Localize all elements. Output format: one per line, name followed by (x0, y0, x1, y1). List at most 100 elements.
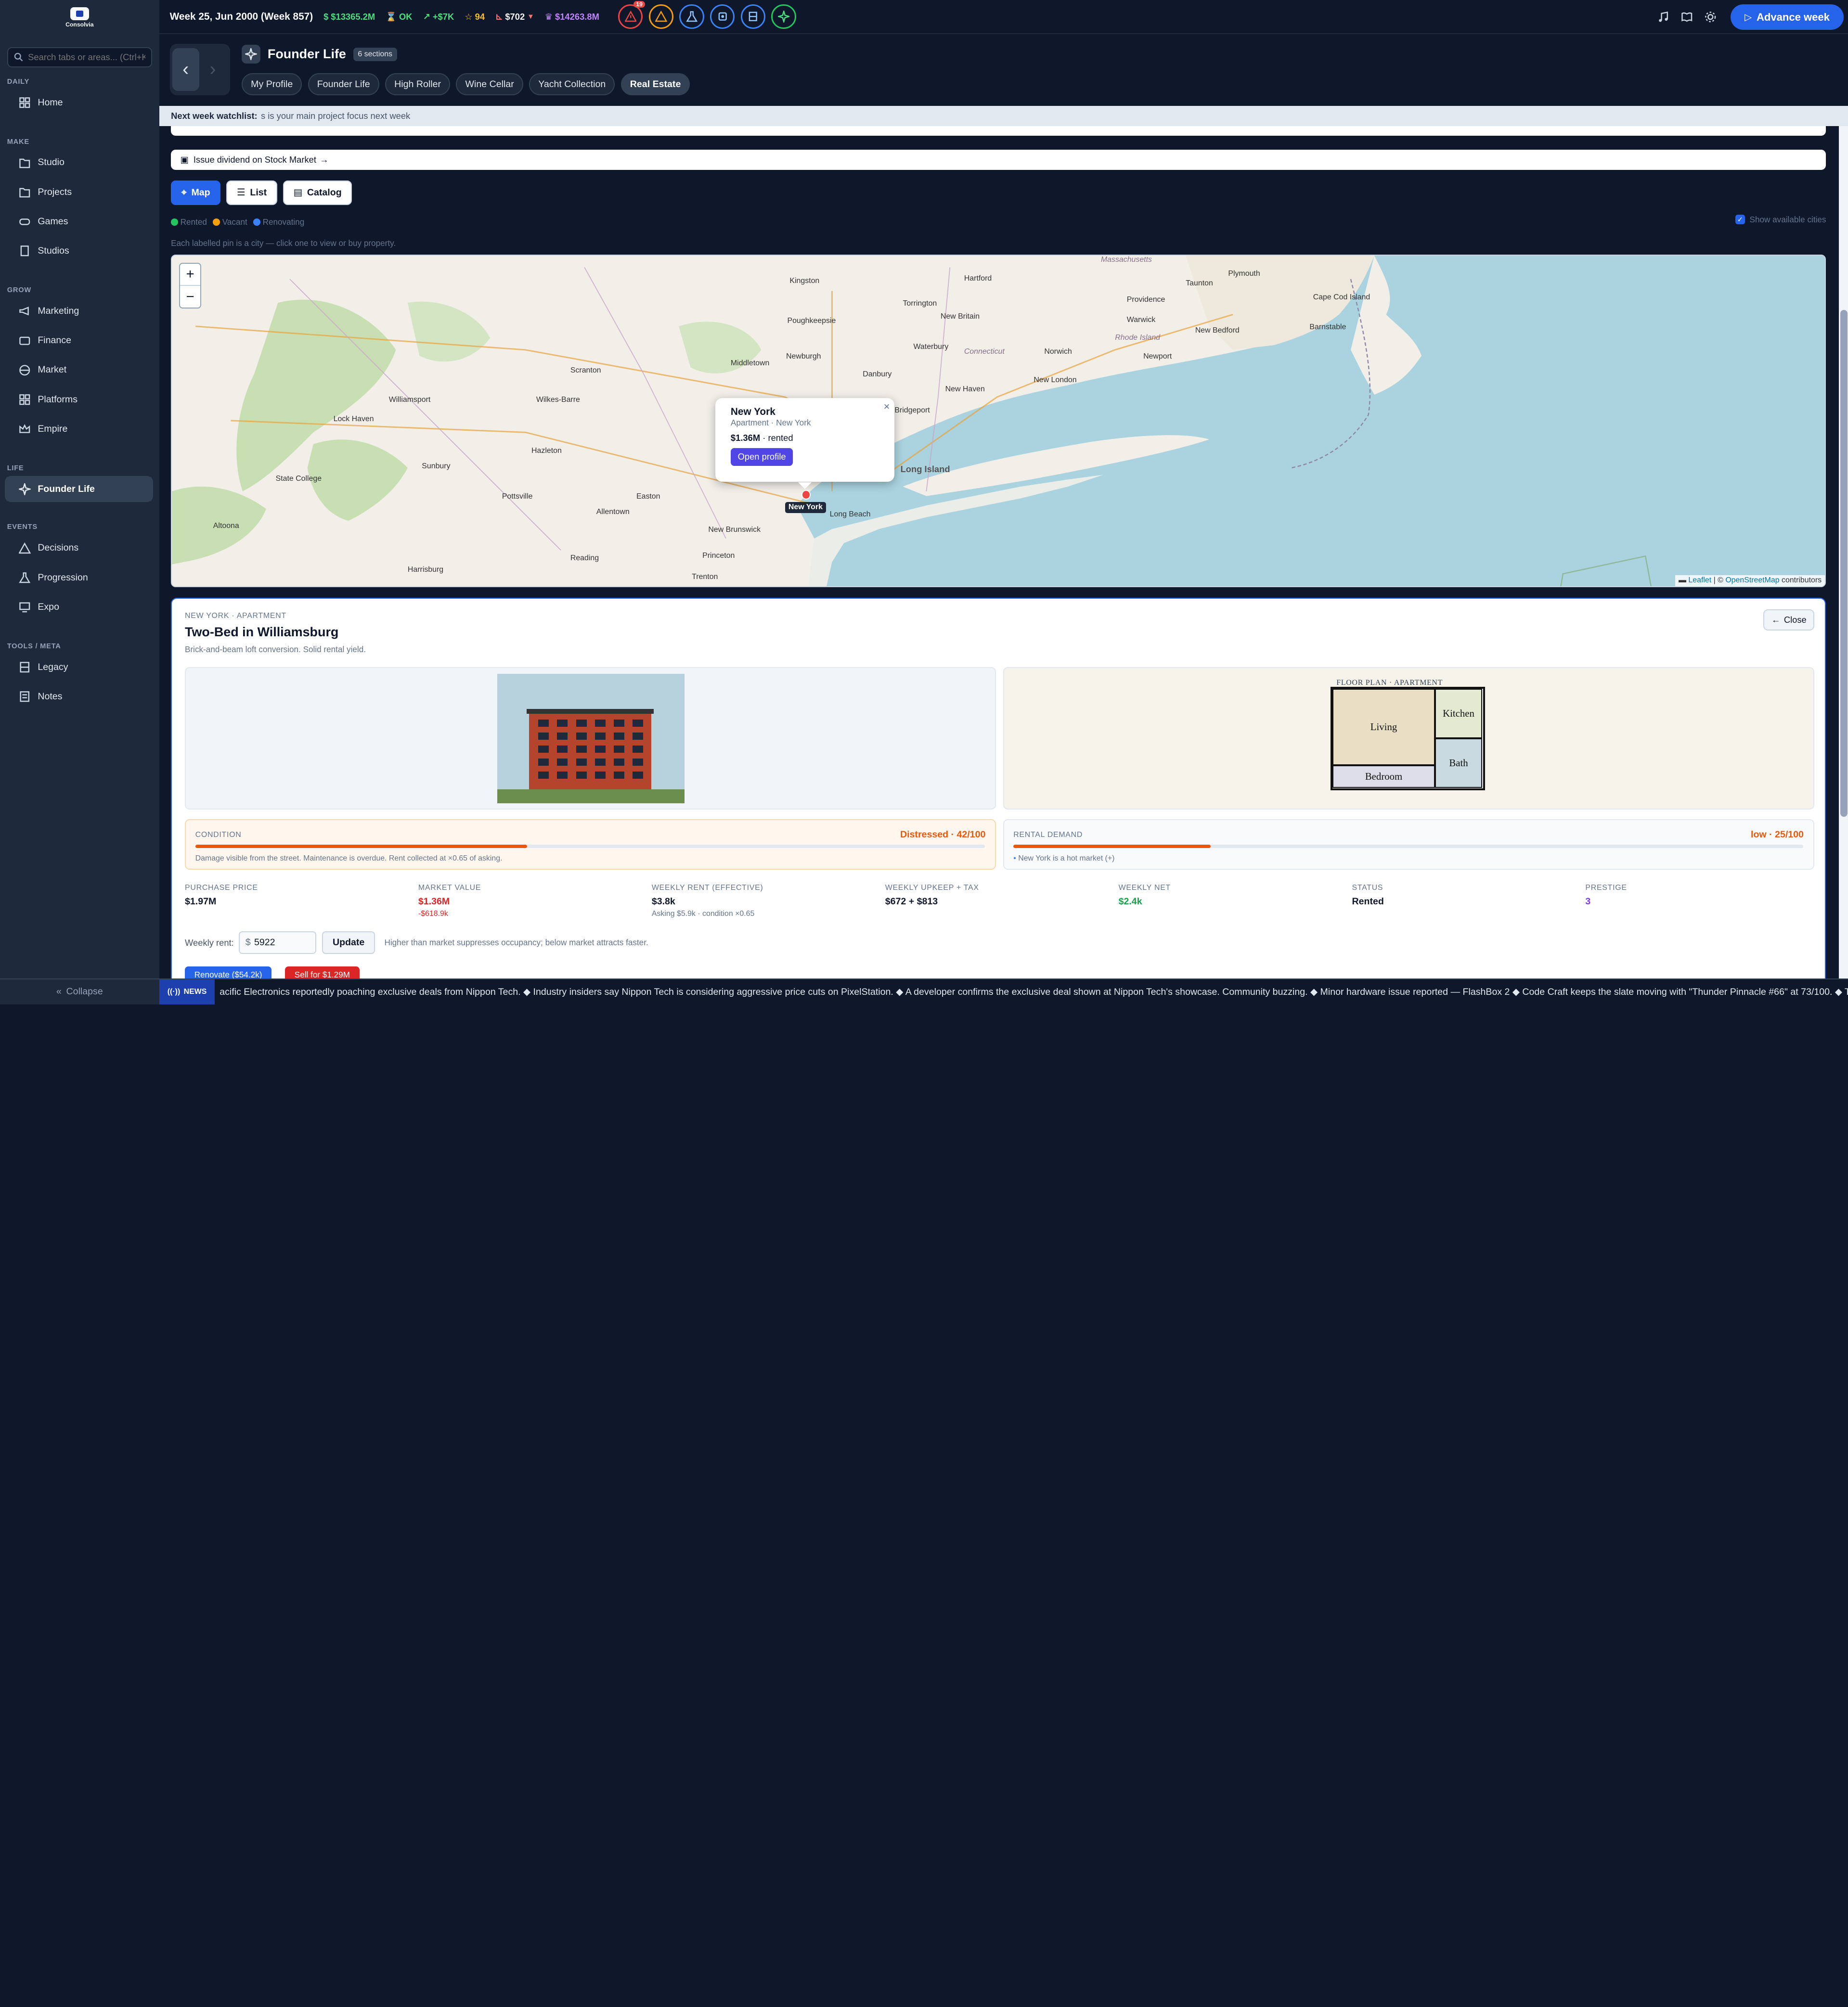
sidebar-item-label: Founder Life (38, 483, 95, 494)
sidebar-item-studio[interactable]: Studio (5, 150, 154, 176)
rating-stat[interactable]: ☆ 94 (465, 12, 485, 22)
search-input[interactable] (28, 51, 145, 63)
tab-high-roller[interactable]: High Roller (385, 73, 451, 96)
property-kicker: NEW YORK · APARTMENT (185, 611, 286, 620)
chart-icon: ⊾ (495, 11, 503, 22)
tab-yacht-collection[interactable]: Yacht Collection (529, 73, 615, 96)
property-detail-panel: NEW YORK · APARTMENT Two-Bed in Williams… (171, 597, 1826, 978)
alerts-button[interactable]: 19 (618, 1, 645, 29)
sidebar-item-progression[interactable]: Progression (5, 565, 154, 591)
weekly-rent-input[interactable]: $ 5922 (238, 931, 317, 954)
building-window (633, 759, 644, 766)
tab-my-profile[interactable]: My Profile (242, 73, 302, 96)
research-button[interactable] (679, 4, 704, 29)
issue-dividend-link[interactable]: ▣ Issue dividend on Stock Market → (171, 150, 1826, 170)
sidebar-item-founder-life[interactable]: Founder Life (4, 476, 154, 502)
burn-stat[interactable]: ⊾ $702 ▼ (495, 12, 534, 22)
collapse-button[interactable]: « Collapse (0, 978, 159, 1004)
map-label: New Britain (940, 312, 980, 321)
property-map[interactable]: + − Kingston Poughkeepsie Middletown New… (171, 254, 1826, 587)
osm-link[interactable]: OpenStreetMap (1725, 576, 1779, 584)
book-open-icon[interactable] (1679, 9, 1695, 25)
hourglass-icon: ⌛ (386, 11, 397, 22)
demand-note: • New York is a hot market (+) (1013, 854, 1115, 862)
map-view-button[interactable]: ⌖ Map (171, 180, 221, 206)
valuation-stat[interactable]: ♛ $14263.8M (545, 12, 599, 22)
archive-circle-button[interactable] (740, 4, 766, 29)
building-window (538, 733, 549, 740)
leaflet-link[interactable]: Leaflet (1688, 576, 1711, 584)
dividend-label: Issue dividend on Stock Market (193, 154, 316, 165)
music-icon[interactable] (1655, 9, 1671, 25)
sidebar-item-legacy[interactable]: Legacy (5, 654, 154, 680)
settings-circle-button[interactable] (710, 4, 735, 29)
scrollbar-thumb[interactable] (1840, 310, 1848, 817)
sidebar-item-notes[interactable]: Notes (5, 683, 154, 709)
room-living: Living (1332, 688, 1435, 765)
dollar-icon: $ (323, 11, 329, 22)
renovate-button[interactable]: Renovate ($54.2k) (185, 966, 272, 978)
back-button[interactable]: ‹ (172, 48, 199, 91)
section-daily: DAILY (7, 77, 30, 86)
section-life: LIFE (7, 464, 24, 472)
sidebar-item-platforms[interactable]: Platforms (5, 386, 154, 412)
sidebar-item-games[interactable]: Games (5, 208, 154, 234)
tab-real-estate[interactable]: Real Estate (620, 73, 690, 96)
map-label: Newport (1143, 352, 1172, 360)
map-label: Taunton (1186, 279, 1213, 287)
forward-button[interactable]: › (199, 48, 226, 90)
checkbox-checked-icon[interactable]: ✓ (1735, 215, 1745, 224)
health-stat[interactable]: ⌛ OK (386, 12, 412, 22)
condition-value: Distressed · 42/100 (900, 829, 986, 840)
zoom-in-button[interactable]: + (180, 264, 201, 286)
warnings-button[interactable] (648, 4, 674, 29)
sidebar-item-projects[interactable]: Projects (5, 179, 154, 205)
chevrons-left-icon: « (56, 986, 62, 997)
sidebar-item-label: Projects (38, 186, 72, 197)
legend-vacant: Vacant (213, 217, 247, 227)
room-bedroom: Bedroom (1332, 765, 1435, 788)
sidebar-item-studios[interactable]: Studios (5, 238, 154, 264)
map-label: New Brunswick (708, 525, 761, 534)
sidebar-item-label: Notes (38, 691, 63, 702)
condition-meter: CONDITION Distressed · 42/100 Damage vis… (185, 819, 996, 870)
sidebar-item-marketing[interactable]: Marketing (5, 298, 154, 324)
building-window (594, 746, 606, 753)
sidebar-item-label: Expo (38, 601, 59, 612)
play-icon: ▷ (1745, 12, 1752, 23)
sell-button[interactable]: Sell for $1.29M (285, 966, 360, 978)
sidebar-item-expo[interactable]: Expo (5, 594, 154, 620)
arrow-right-icon: → (320, 154, 329, 165)
catalog-view-button[interactable]: ▤ Catalog (283, 180, 352, 206)
delta-stat[interactable]: ↗ +$7K (423, 12, 454, 22)
building-window (576, 759, 587, 766)
demand-label: RENTAL DEMAND (1013, 830, 1083, 839)
main-scrollbar[interactable] (1839, 126, 1848, 978)
sidebar-item-home[interactable]: Home (5, 90, 154, 116)
city-pin-new-york[interactable]: New York (785, 502, 827, 513)
tab-founder-life[interactable]: Founder Life (308, 73, 379, 96)
building-window (613, 733, 625, 740)
lifestyle-circle-button[interactable] (771, 4, 796, 29)
app-logo[interactable]: Consolvia (0, 0, 159, 35)
floor-plan-title: FLOOR PLAN · APARTMENT (1336, 678, 1443, 687)
close-button[interactable]: ← Close (1763, 609, 1815, 630)
stat-weekly-net: WEEKLY NET $2.4k (1118, 884, 1171, 907)
advance-week-button[interactable]: ▷ Advance week (1730, 4, 1844, 30)
zoom-out-button[interactable]: − (180, 286, 201, 308)
section-grow: GROW (7, 286, 31, 295)
sidebar-search[interactable] (7, 47, 152, 67)
sidebar-item-empire[interactable]: Empire (5, 416, 154, 442)
update-rent-button[interactable]: Update (322, 931, 375, 954)
sidebar-item-label: Market (38, 364, 67, 375)
show-cities-toggle[interactable]: ✓ Show available cities (1735, 215, 1826, 225)
list-view-button[interactable]: ☰ List (226, 180, 277, 206)
gear-icon[interactable] (1702, 9, 1719, 25)
sidebar-item-finance[interactable]: Finance (5, 328, 154, 354)
open-profile-button[interactable]: Open profile (730, 448, 793, 466)
tab-wine-cellar[interactable]: Wine Cellar (456, 73, 523, 96)
cash-stat[interactable]: $ $13365.2M (323, 12, 375, 22)
close-icon[interactable]: × (884, 400, 890, 413)
sidebar-item-decisions[interactable]: Decisions (5, 535, 154, 561)
sidebar-item-market[interactable]: Market (5, 357, 154, 383)
